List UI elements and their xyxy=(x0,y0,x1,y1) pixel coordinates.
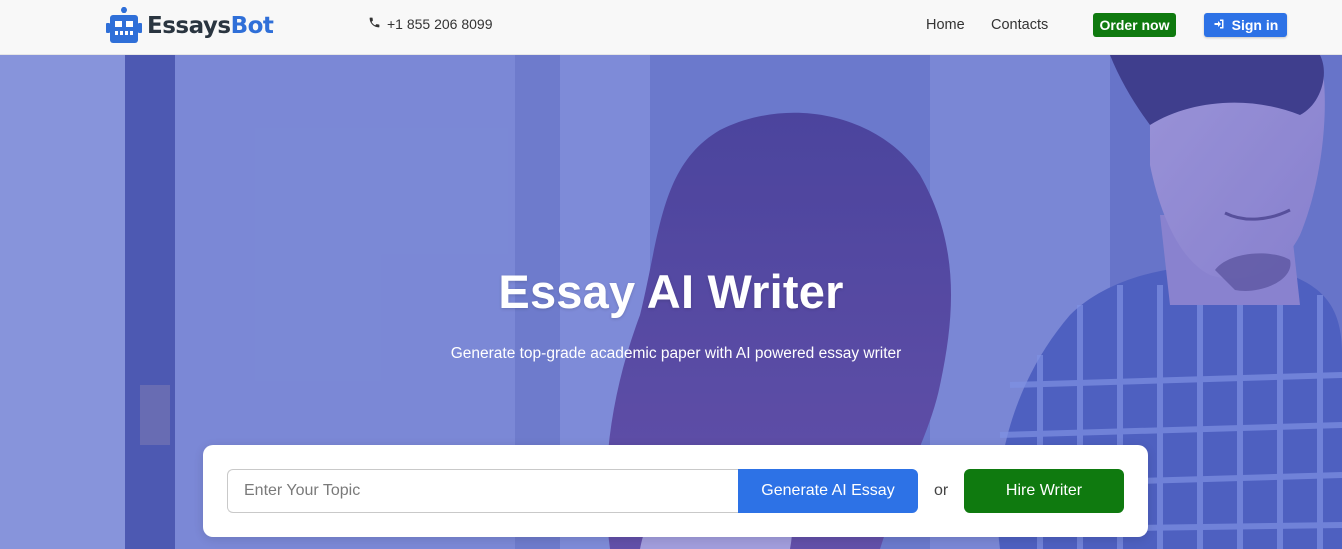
nav-contacts-link[interactable]: Contacts xyxy=(991,17,1048,33)
top-navbar: EssaysBot +1 855 206 8099 Home Contacts … xyxy=(0,0,1342,55)
topic-search-card: Generate AI Essay or Hire Writer xyxy=(203,445,1148,537)
generate-ai-essay-button[interactable]: Generate AI Essay xyxy=(738,469,918,513)
nav-home-link[interactable]: Home xyxy=(926,17,965,33)
logo-wordmark: EssaysBot xyxy=(147,13,274,39)
robot-icon xyxy=(106,7,142,45)
sign-in-icon xyxy=(1213,17,1232,33)
or-separator: or xyxy=(934,482,949,499)
topic-input[interactable] xyxy=(227,469,742,513)
logo[interactable]: EssaysBot xyxy=(106,3,274,49)
hire-writer-button[interactable]: Hire Writer xyxy=(964,469,1124,513)
sign-in-button[interactable]: Sign in xyxy=(1204,13,1287,37)
hero-subtitle: Generate top-grade academic paper with A… xyxy=(450,345,902,362)
sign-in-label: Sign in xyxy=(1231,17,1279,33)
phone-number: +1 855 206 8099 xyxy=(387,16,493,32)
order-now-button[interactable]: Order now xyxy=(1093,13,1176,37)
hero-section: Essay AI Writer Generate top-grade acade… xyxy=(0,55,1342,549)
hero-title: Essay AI Writer xyxy=(498,265,844,318)
logo-text-accent: Bot xyxy=(230,13,274,39)
logo-text-primary: Essays xyxy=(147,13,231,39)
phone-link[interactable]: +1 855 206 8099 xyxy=(368,16,493,32)
phone-icon xyxy=(368,16,387,32)
